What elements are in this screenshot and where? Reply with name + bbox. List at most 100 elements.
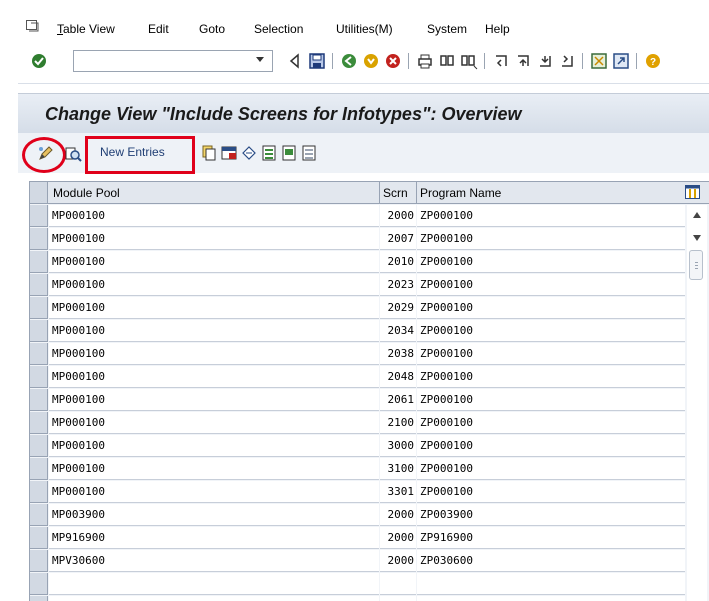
table-row[interactable]: MPV30600 2000 ZP030600 [30,550,709,573]
scrn-cell[interactable]: 2000 [380,527,416,549]
table-row[interactable]: MP000100 3000 ZP000100 [30,435,709,458]
select-block-icon[interactable] [281,145,297,161]
menu-utilities[interactable]: Utilities(M) [336,22,393,36]
row-selector[interactable] [30,550,48,572]
table-row[interactable]: MP003900 2000 ZP003900 [30,504,709,527]
sap-menu-icon[interactable] [26,20,39,32]
column-header-scrn[interactable]: Scrn [383,186,408,200]
module-pool-cell[interactable]: MP000100 [49,228,379,250]
program-name-cell[interactable]: ZP000100 [417,274,685,296]
select-all-icon[interactable] [261,145,277,161]
row-selector[interactable] [30,297,48,319]
scrn-cell[interactable]: 2061 [380,389,416,411]
help-icon[interactable]: ? [644,52,662,70]
row-selector[interactable] [30,343,48,365]
row-selector[interactable] [30,412,48,434]
menu-help[interactable]: Help [485,22,510,36]
row-selector[interactable] [30,435,48,457]
table-row[interactable]: MP000100 2000 ZP000100 [30,205,709,228]
menu-table-view[interactable]: Table View [57,22,115,36]
print-icon[interactable] [416,52,434,70]
module-pool-cell[interactable]: MP000100 [49,320,379,342]
scrn-cell[interactable]: 2000 [380,504,416,526]
shortcut-icon[interactable] [612,52,630,70]
scrn-cell[interactable]: 2048 [380,366,416,388]
program-name-cell[interactable]: ZP000100 [417,458,685,480]
module-pool-cell[interactable]: MP000100 [49,389,379,411]
table-row[interactable] [30,573,709,596]
exit-icon[interactable] [362,52,380,70]
program-name-cell[interactable]: ZP000100 [417,366,685,388]
scrn-cell[interactable]: 2000 [380,205,416,227]
scroll-thumb[interactable] [689,250,703,280]
menu-system[interactable]: System [427,22,467,36]
scrn-cell[interactable]: 2034 [380,320,416,342]
table-row[interactable]: MP000100 2029 ZP000100 [30,297,709,320]
program-name-cell[interactable]: ZP000100 [417,481,685,503]
module-pool-cell[interactable]: MP000100 [49,274,379,296]
enter-icon[interactable] [30,52,48,70]
row-selector[interactable] [30,458,48,480]
module-pool-cell[interactable]: MP000100 [49,412,379,434]
menu-edit[interactable]: Edit [148,22,169,36]
table-row[interactable]: MP000100 2034 ZP000100 [30,320,709,343]
scrn-cell[interactable]: 3100 [380,458,416,480]
previous-page-icon[interactable] [514,52,532,70]
table-row[interactable]: MP000100 2061 ZP000100 [30,389,709,412]
program-name-cell[interactable]: ZP000100 [417,297,685,319]
command-field[interactable] [73,50,273,72]
program-name-cell[interactable]: ZP916900 [417,527,685,549]
delete-icon[interactable] [221,145,237,161]
copy-icon[interactable] [201,145,217,161]
find-next-icon[interactable] [460,52,478,70]
program-name-cell[interactable]: ZP000100 [417,228,685,250]
table-row[interactable]: MP000100 3100 ZP000100 [30,458,709,481]
table-row[interactable]: MP000100 2038 ZP000100 [30,343,709,366]
undo-icon[interactable] [241,145,257,161]
row-selector[interactable] [30,205,48,227]
table-row[interactable] [30,596,709,601]
scrn-cell[interactable]: 2100 [380,412,416,434]
next-page-icon[interactable] [536,52,554,70]
program-name-cell[interactable]: ZP000100 [417,320,685,342]
menu-selection[interactable]: Selection [254,22,303,36]
row-selector[interactable] [30,366,48,388]
row-selector[interactable] [30,228,48,250]
table-row[interactable]: MP000100 3301 ZP000100 [30,481,709,504]
scroll-down-icon[interactable] [693,235,701,241]
table-row[interactable]: MP000100 2048 ZP000100 [30,366,709,389]
details-icon[interactable] [64,145,82,163]
create-session-icon[interactable] [590,52,608,70]
row-selector[interactable] [30,596,48,601]
vertical-scrollbar[interactable] [687,205,707,601]
scrn-cell[interactable]: 2010 [380,251,416,273]
row-selector[interactable] [30,251,48,273]
find-icon[interactable] [438,52,456,70]
scrn-cell[interactable] [380,573,416,595]
module-pool-cell[interactable]: MP000100 [49,343,379,365]
scroll-up-icon[interactable] [693,212,701,218]
menu-goto[interactable]: Goto [199,22,225,36]
program-name-cell[interactable]: ZP000100 [417,205,685,227]
first-page-icon[interactable] [492,52,510,70]
module-pool-cell[interactable]: MP000100 [49,458,379,480]
column-header-module-pool[interactable]: Module Pool [53,186,120,200]
scrn-cell[interactable]: 3301 [380,481,416,503]
program-name-cell[interactable]: ZP003900 [417,504,685,526]
program-name-cell[interactable]: ZP000100 [417,435,685,457]
program-name-cell[interactable] [417,596,685,601]
module-pool-cell[interactable] [49,573,379,595]
program-name-cell[interactable]: ZP000100 [417,343,685,365]
program-name-cell[interactable]: ZP030600 [417,550,685,572]
scrn-cell[interactable]: 3000 [380,435,416,457]
table-settings-icon[interactable] [685,185,700,199]
module-pool-cell[interactable]: MP000100 [49,366,379,388]
save-icon[interactable] [308,52,326,70]
row-selector[interactable] [30,527,48,549]
row-selector[interactable] [30,274,48,296]
table-row[interactable]: MP000100 2023 ZP000100 [30,274,709,297]
row-selector[interactable] [30,481,48,503]
scrn-cell[interactable]: 2029 [380,297,416,319]
program-name-cell[interactable]: ZP000100 [417,412,685,434]
module-pool-cell[interactable]: MP000100 [49,251,379,273]
